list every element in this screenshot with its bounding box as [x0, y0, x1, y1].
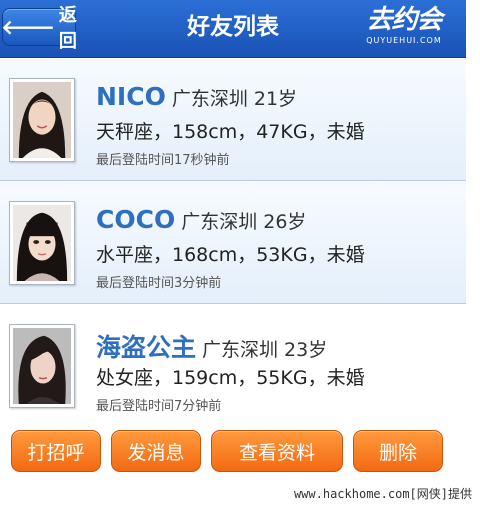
watermark-strip: www.hackhome.com[网侠]提供 — [0, 482, 480, 506]
friend-headline: COCO 广东深圳 26岁 — [96, 205, 306, 234]
friend-name[interactable]: COCO — [96, 205, 175, 234]
app-screen: 🡐 返回 好友列表 去约会 QUYUEHUI.COM NICO 广东深圳 21岁… — [0, 0, 466, 482]
friend-details: 处女座，159cm，55KG，未婚 — [96, 367, 365, 389]
avatar[interactable] — [9, 324, 75, 408]
delete-button[interactable]: 删除 — [353, 430, 443, 472]
avatar[interactable] — [9, 78, 75, 162]
watermark-text: www.hackhome.com[网侠]提供 — [293, 487, 472, 501]
avatar-photo-icon — [13, 328, 71, 404]
logo-subtitle: QUYUEHUI.COM — [366, 36, 442, 45]
friend-headline: NICO 广东深圳 21岁 — [96, 82, 297, 111]
avatar-photo-icon — [13, 205, 71, 281]
friend-location-age: 广东深圳 23岁 — [202, 339, 328, 361]
friend-last-login: 最后登陆时间17秒钟前 — [96, 153, 230, 168]
friend-details: 水平座，168cm，53KG，未婚 — [96, 244, 365, 266]
friend-headline: 海盗公主 广东深圳 23岁 — [96, 328, 327, 364]
friend-details: 天秤座，158cm，47KG，未婚 — [96, 121, 365, 143]
avatar-photo-icon — [13, 82, 71, 158]
friend-last-login: 最后登陆时间7分钟前 — [96, 399, 222, 414]
screen-edge — [466, 0, 480, 482]
send-message-button[interactable]: 发消息 — [111, 430, 201, 472]
friend-row[interactable]: COCO 广东深圳 26岁 水平座，168cm，53KG，未婚 最后登陆时间3分钟… — [0, 181, 466, 304]
app-logo: 去约会 QUYUEHUI.COM — [354, 4, 454, 50]
greet-button[interactable]: 打招呼 — [11, 430, 101, 472]
friend-list: NICO 广东深圳 21岁 天秤座，158cm，47KG，未婚 最后登陆时间17秒… — [0, 58, 466, 424]
friend-last-login: 最后登陆时间3分钟前 — [96, 276, 222, 291]
friend-name[interactable]: 海盗公主 — [96, 333, 196, 362]
friend-row[interactable]: NICO 广东深圳 21岁 天秤座，158cm，47KG，未婚 最后登陆时间17秒… — [0, 58, 466, 181]
top-bar: 🡐 返回 好友列表 去约会 QUYUEHUI.COM — [0, 0, 466, 58]
friend-row[interactable]: 海盗公主 广东深圳 23岁 处女座，159cm，55KG，未婚 最后登陆时间7分钟… — [0, 304, 466, 424]
view-profile-button[interactable]: 查看资料 — [211, 430, 343, 472]
avatar[interactable] — [9, 201, 75, 285]
friend-name[interactable]: NICO — [96, 82, 166, 111]
logo-text: 去约会 — [366, 5, 442, 35]
action-bar: 打招呼 发消息 查看资料 删除 — [0, 430, 466, 474]
friend-location-age: 广东深圳 21岁 — [171, 88, 298, 110]
friend-location-age: 广东深圳 26岁 — [181, 211, 307, 233]
